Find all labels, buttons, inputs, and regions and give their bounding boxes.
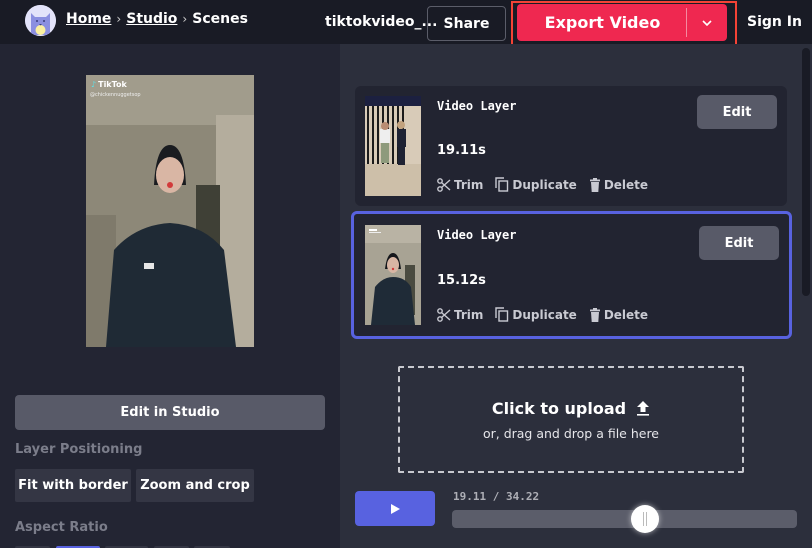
tiktok-note-icon: ♪	[91, 80, 97, 89]
duplicate-button[interactable]: Duplicate	[495, 177, 577, 192]
seek-handle[interactable]	[630, 505, 659, 533]
upload-icon	[637, 401, 650, 416]
tiktok-watermark: ♪ TikTok	[91, 80, 127, 89]
aspect-ratio-label: Aspect Ratio	[15, 520, 108, 535]
breadcrumb-scenes: Scenes	[192, 11, 248, 27]
duplicate-label: Duplicate	[512, 307, 577, 322]
layer-card[interactable]: Video Layer 19.11s Trim Duplicate Delete…	[355, 86, 787, 206]
chevron-down-icon	[702, 19, 712, 26]
layer-positioning-label: Layer Positioning	[15, 442, 143, 457]
layers-scrollbar[interactable]	[802, 48, 810, 296]
export-video-button-group: Export Video	[517, 4, 727, 41]
share-button[interactable]: Share	[427, 6, 506, 41]
video-preview[interactable]: ♪ TikTok @chickennuggetsop	[86, 75, 254, 347]
layer-title: Video Layer	[437, 99, 517, 113]
breadcrumb-separator: ›	[182, 12, 188, 26]
seek-bar[interactable]	[452, 505, 797, 533]
scissors-icon	[437, 177, 451, 192]
layer-title: Video Layer	[437, 228, 517, 242]
preview-panel: ♪ TikTok @chickennuggetsop Edit in Studi…	[0, 44, 340, 548]
layer-actions: Trim Duplicate Delete	[437, 177, 648, 192]
layer-duration: 19.11s	[437, 143, 486, 158]
layer-actions: Trim Duplicate Delete	[437, 307, 648, 322]
upload-subtitle: or, drag and drop a file here	[482, 425, 660, 441]
tiktok-handle: @chickennuggetsop	[90, 92, 141, 98]
delete-button[interactable]: Delete	[589, 177, 648, 192]
upload-title-text: Click to upload	[491, 398, 627, 418]
layer-duration: 15.12s	[437, 273, 486, 288]
fit-with-border-button[interactable]: Fit with border	[15, 469, 131, 502]
copy-icon	[495, 177, 509, 192]
scissors-icon	[437, 307, 451, 322]
project-name[interactable]: tiktokvideo_...	[325, 14, 437, 30]
edit-layer-button[interactable]: Edit	[699, 226, 779, 260]
zoom-and-crop-button[interactable]: Zoom and crop	[136, 469, 254, 502]
cat-logo-icon[interactable]	[25, 5, 56, 36]
trash-icon	[589, 177, 600, 192]
play-icon	[390, 503, 400, 514]
edit-in-studio-button[interactable]: Edit in Studio	[15, 395, 325, 430]
tiktok-brand-text: TikTok	[98, 80, 127, 89]
sign-in-link[interactable]: Sign In	[747, 14, 802, 30]
timecode: 19.11 / 34.22	[453, 490, 540, 503]
duplicate-button[interactable]: Duplicate	[495, 307, 577, 322]
export-options-button[interactable]	[687, 4, 727, 41]
layers-panel: Video Layer 19.11s Trim Duplicate Delete…	[340, 44, 812, 548]
trash-icon	[589, 307, 600, 322]
upload-dropzone[interactable]: Click to upload or, drag and drop a file…	[398, 366, 744, 473]
edit-layer-button[interactable]: Edit	[697, 95, 777, 129]
trim-button[interactable]: Trim	[437, 177, 483, 192]
trim-button[interactable]: Trim	[437, 307, 483, 322]
layer-thumbnail	[365, 96, 421, 196]
duplicate-label: Duplicate	[512, 177, 577, 192]
trim-label: Trim	[454, 307, 484, 322]
delete-label: Delete	[603, 307, 649, 322]
play-button[interactable]	[355, 491, 435, 526]
breadcrumb: Home › Studio › Scenes	[66, 11, 248, 27]
copy-icon	[495, 307, 509, 322]
trim-label: Trim	[454, 177, 484, 192]
top-header: Home › Studio › Scenes tiktokvideo_... S…	[0, 0, 812, 46]
export-video-button[interactable]: Export Video	[517, 4, 686, 41]
delete-button[interactable]: Delete	[589, 307, 648, 322]
breadcrumb-studio[interactable]: Studio	[126, 11, 177, 27]
layer-card-selected[interactable]: Video Layer 15.12s Trim Duplicate Delete…	[351, 211, 792, 339]
layer-thumbnail	[365, 225, 421, 325]
breadcrumb-home[interactable]: Home	[66, 11, 111, 27]
breadcrumb-separator: ›	[116, 12, 122, 26]
delete-label: Delete	[603, 177, 649, 192]
upload-title: Click to upload	[492, 399, 650, 418]
